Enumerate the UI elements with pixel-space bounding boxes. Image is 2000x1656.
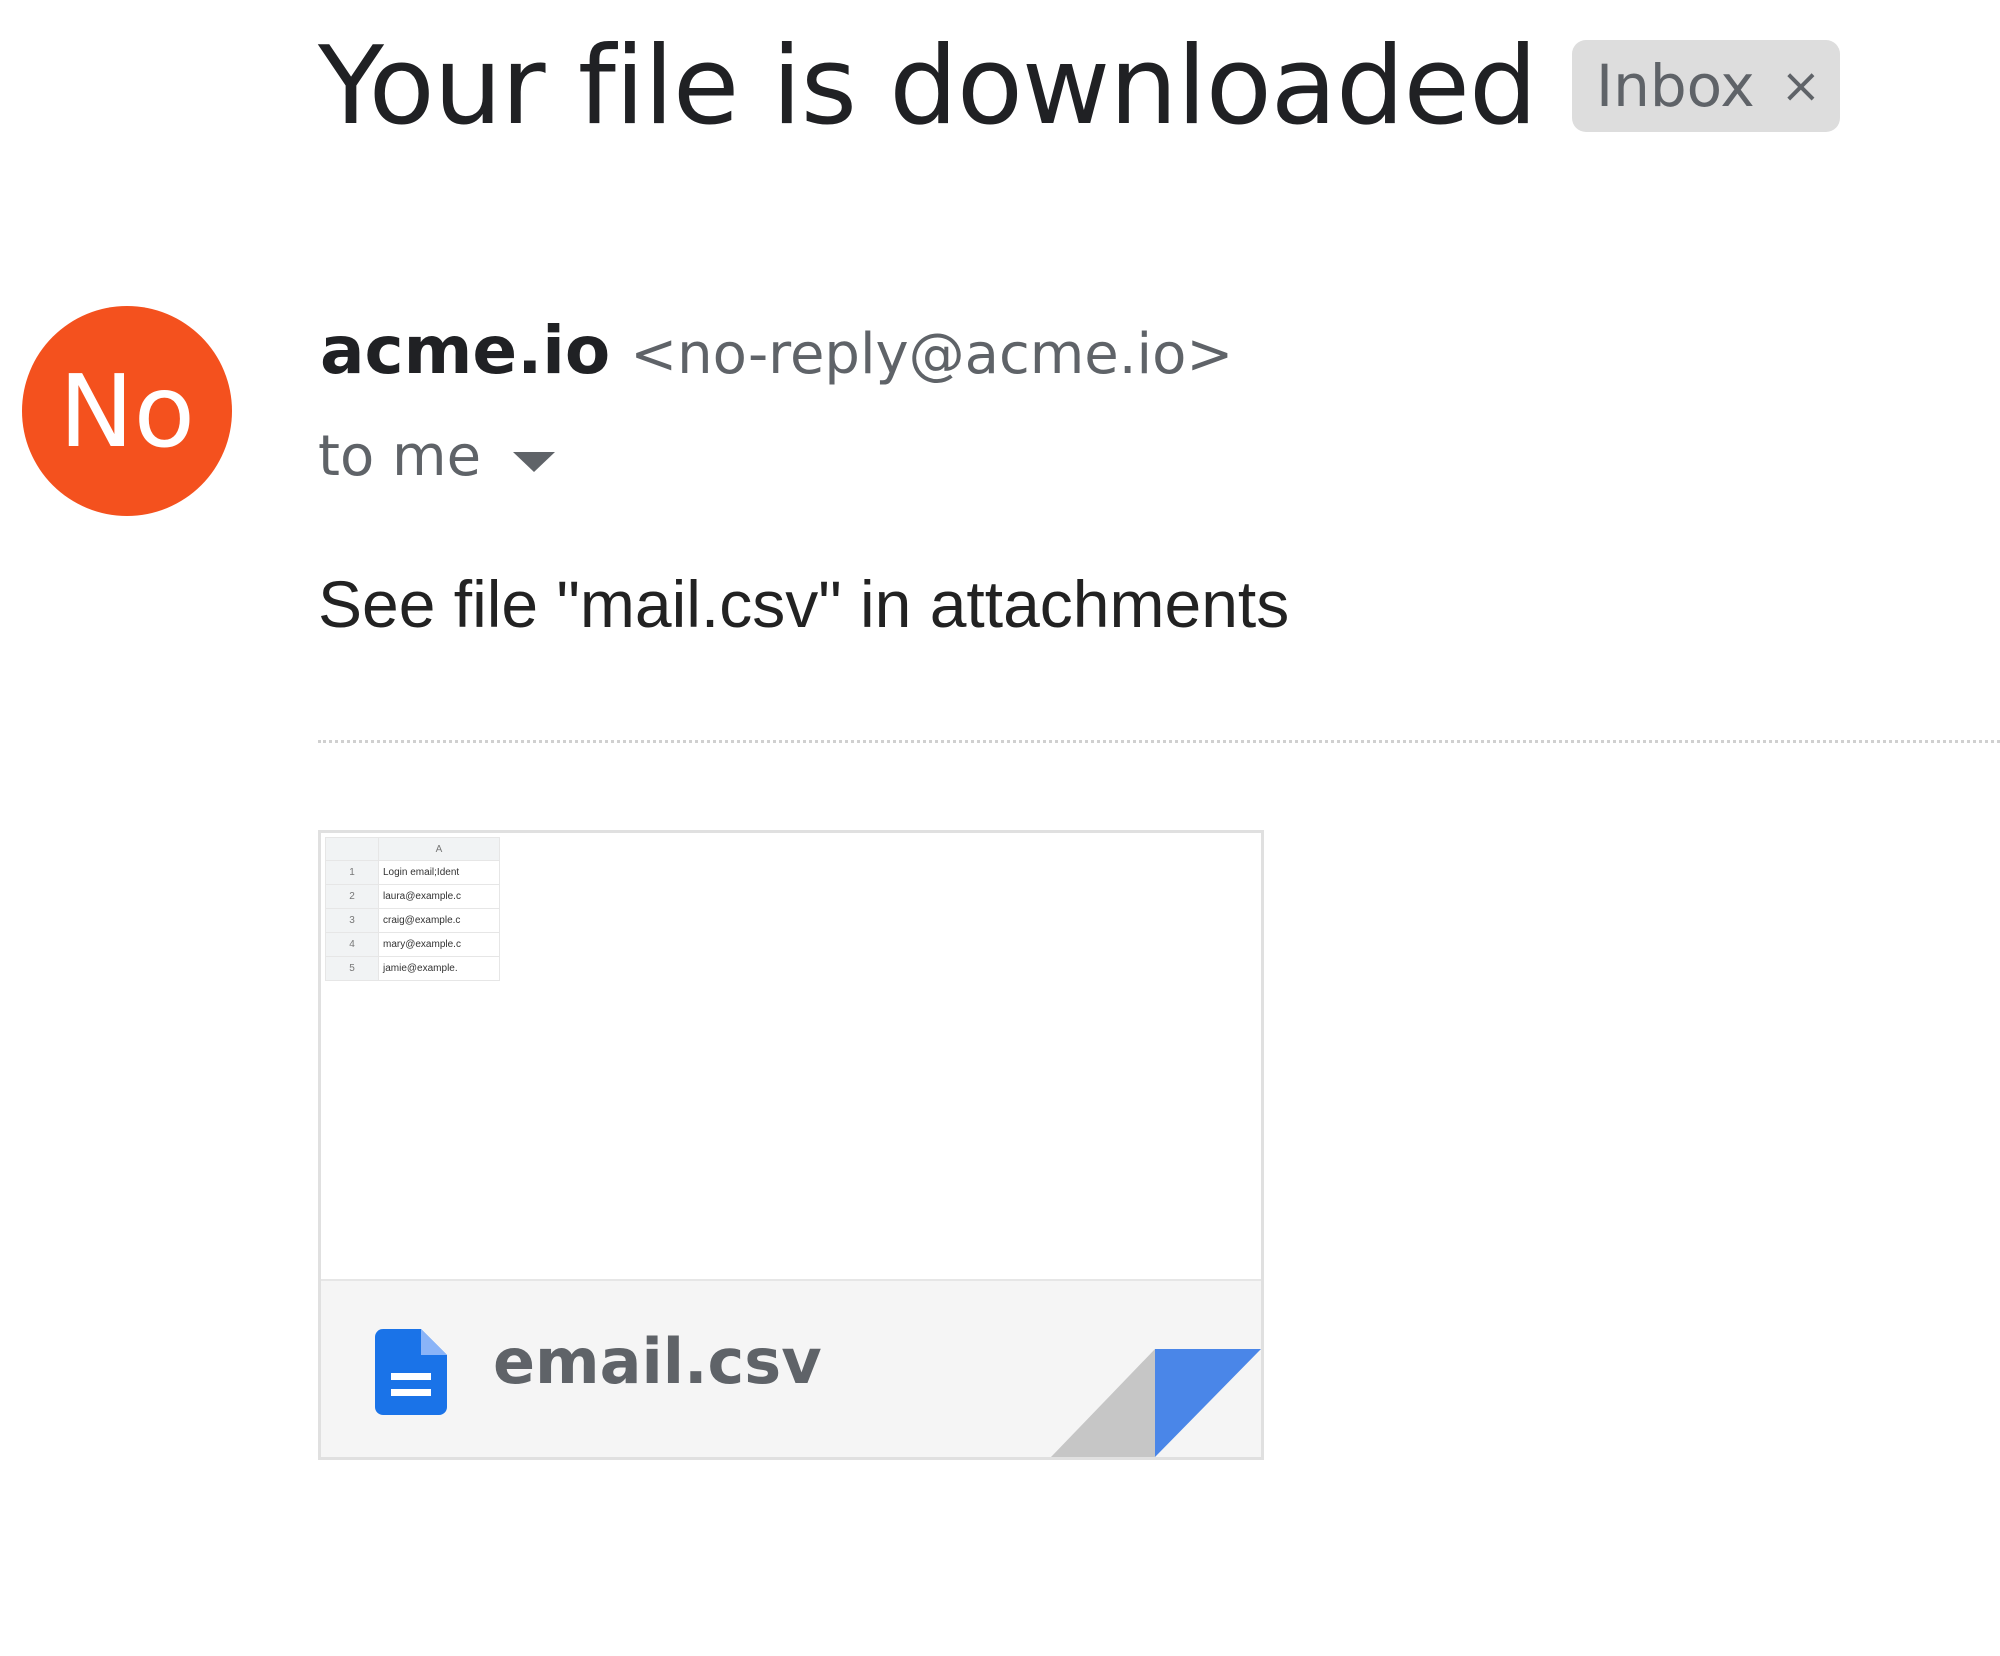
email-subject: Your file is downloaded	[318, 24, 1538, 149]
preview-column-header: A	[378, 837, 500, 861]
sender-line: acme.io <no-reply@acme.io>	[320, 312, 1233, 389]
preview-row-number: 5	[325, 956, 379, 981]
preview-cell: jamie@example.	[378, 956, 500, 981]
email-body: See file "mail.csv" in attachments	[318, 567, 1290, 641]
preview-cell: mary@example.c	[378, 932, 500, 957]
preview-row: 5 jamie@example.	[325, 956, 500, 981]
preview-cell: laura@example.c	[378, 884, 500, 909]
preview-row-number: 3	[325, 908, 379, 933]
document-icon	[375, 1329, 447, 1415]
preview-row-number: 2	[325, 884, 379, 909]
preview-row: 4 mary@example.c	[325, 932, 500, 957]
preview-row-number: 1	[325, 860, 379, 885]
preview-cell: craig@example.c	[378, 908, 500, 933]
attachment-footer[interactable]: email.csv	[321, 1279, 1261, 1457]
recipient-text: to me	[318, 424, 482, 489]
attachment-file-name[interactable]: email.csv	[493, 1325, 822, 1398]
attachment-card[interactable]: A 1 Login email;Ident 2 laura@example.c …	[318, 830, 1264, 1460]
attachments-divider	[318, 740, 2000, 743]
inbox-label-chip[interactable]: Inbox ×	[1572, 40, 1840, 132]
sender-email: <no-reply@acme.io>	[630, 322, 1234, 387]
page-corner-fold-icon	[1051, 1349, 1261, 1457]
attachment-preview-thumbnail: A 1 Login email;Ident 2 laura@example.c …	[325, 837, 500, 981]
remove-label-icon[interactable]: ×	[1781, 62, 1821, 110]
inbox-label-text: Inbox	[1596, 52, 1755, 120]
sender-avatar[interactable]: No	[22, 306, 232, 516]
preview-corner	[325, 837, 379, 861]
preview-row: 1 Login email;Ident	[325, 860, 500, 885]
chevron-down-icon[interactable]	[513, 451, 556, 472]
recipient-details-toggle[interactable]: to me	[318, 424, 556, 489]
preview-row: 2 laura@example.c	[325, 884, 500, 909]
sender-name[interactable]: acme.io	[320, 312, 610, 389]
preview-row: 3 craig@example.c	[325, 908, 500, 933]
preview-row-number: 4	[325, 932, 379, 957]
preview-cell: Login email;Ident	[378, 860, 500, 885]
